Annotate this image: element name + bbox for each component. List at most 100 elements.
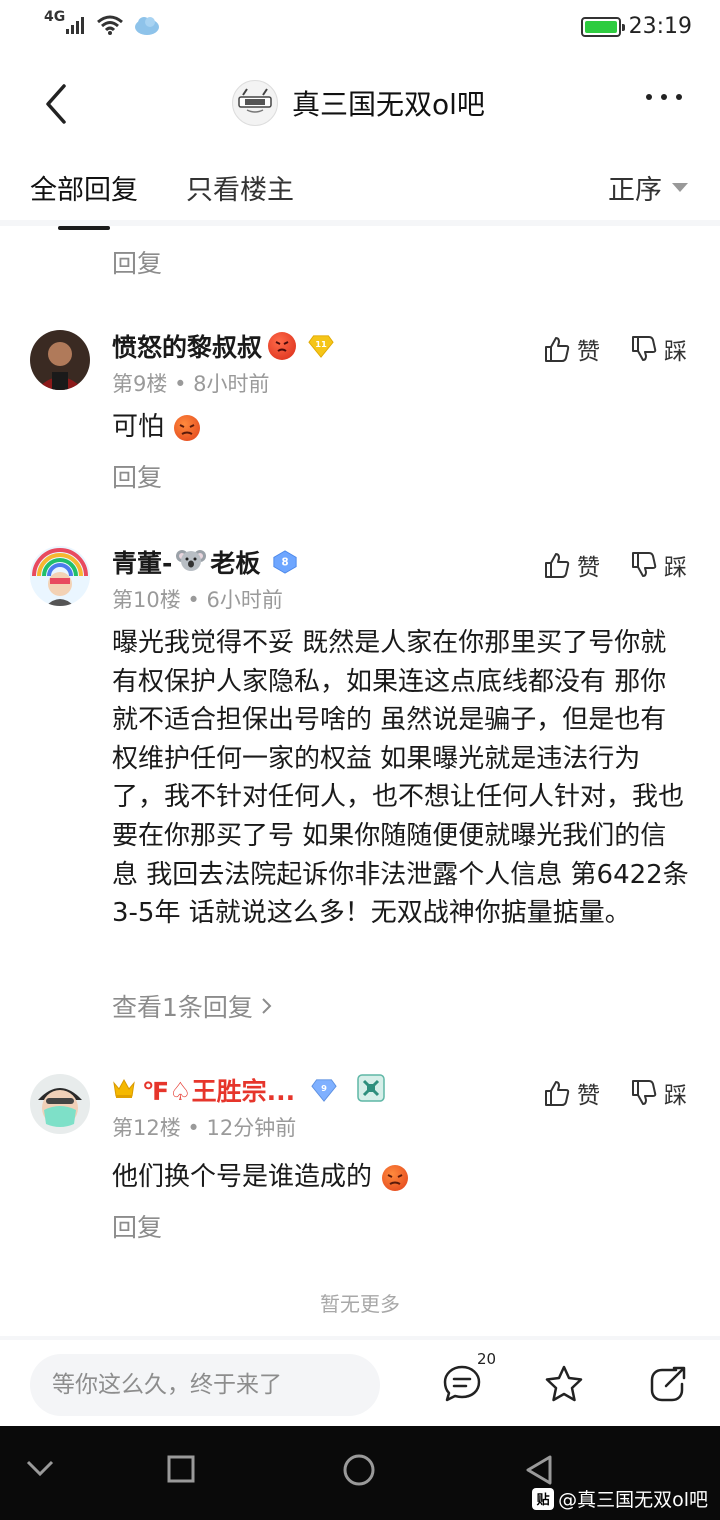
nav-recents-button[interactable] — [166, 1454, 196, 1488]
star-icon — [545, 1365, 583, 1402]
view-replies-button[interactable]: 查看1条回复 — [112, 988, 273, 1024]
floor-number: 第9楼 — [112, 372, 168, 396]
koala-icon — [176, 546, 207, 578]
like-label: 赞 — [577, 555, 600, 581]
dislike-button[interactable]: 踩 — [630, 332, 687, 366]
comment-count: 20 — [477, 1350, 497, 1368]
avatar-image — [30, 546, 90, 606]
top-header: 真三国无双ol吧 — [0, 62, 720, 148]
floor-number: 第10楼 — [112, 588, 181, 612]
comment-body: 可怕 — [112, 412, 165, 442]
watermark: 贴 @真三国无双ol吧 — [532, 1485, 708, 1512]
angry-face-icon — [174, 414, 201, 441]
dislike-label: 踩 — [664, 339, 687, 365]
like-button[interactable]: 赞 — [543, 548, 600, 582]
avatar-image — [30, 1074, 90, 1134]
avatar-image — [30, 330, 90, 390]
like-button[interactable]: 赞 — [543, 1076, 600, 1110]
forum-logo-image — [238, 88, 272, 113]
square-icon — [167, 1455, 195, 1483]
view-replies-label: 查看1条回复 — [112, 993, 253, 1022]
back-button[interactable] — [40, 82, 76, 126]
floor-number: 第12楼 — [112, 1116, 181, 1140]
avatar[interactable] — [30, 330, 90, 390]
angry-face-icon — [382, 1164, 409, 1191]
meta-separator: • — [187, 1116, 207, 1140]
comment-bubble-icon — [443, 1365, 481, 1402]
thumbs-down-icon — [632, 336, 657, 361]
watermark-text: @真三国无双ol吧 — [558, 1489, 708, 1511]
post-time: 6小时前 — [206, 588, 283, 612]
nav-home-button[interactable] — [342, 1453, 376, 1491]
thumbs-up-icon — [545, 1081, 570, 1106]
meta-separator: • — [187, 588, 207, 612]
username[interactable]: ℉♤王胜宗... — [142, 1072, 295, 1108]
reply-filter-tabs: 全部回复 只看楼主 正序 — [0, 148, 720, 230]
comment-meta: 第12楼 • 12分钟前 — [112, 1112, 296, 1142]
reply-button[interactable]: 回复 — [112, 458, 162, 494]
thumbs-up-icon — [545, 553, 570, 578]
avatar[interactable] — [30, 1074, 90, 1134]
reply-button[interactable]: 回复 — [112, 244, 162, 280]
forum-title-link[interactable]: 真三国无双ol吧 — [232, 80, 485, 126]
reply-input[interactable] — [30, 1354, 380, 1416]
circle-icon — [343, 1454, 375, 1486]
sort-order-label: 正序 — [608, 175, 662, 206]
triangle-back-icon — [526, 1455, 552, 1485]
like-label: 赞 — [577, 339, 600, 365]
thumbs-down-icon — [632, 552, 657, 577]
post-time: 12分钟前 — [206, 1116, 297, 1140]
tab-all-replies[interactable]: 全部回复 — [30, 168, 138, 230]
medal-icon — [357, 1074, 385, 1106]
comment-meta: 第9楼 • 8小时前 — [112, 368, 270, 398]
cloud-icon — [135, 17, 160, 35]
bottom-input-bar: 20 — [0, 1336, 720, 1426]
like-label: 赞 — [577, 1083, 600, 1109]
level-number: 8 — [282, 558, 289, 569]
dislike-button[interactable]: 踩 — [630, 548, 687, 582]
more-options-button[interactable] — [646, 94, 682, 100]
favorite-button[interactable] — [542, 1362, 586, 1406]
avatar[interactable] — [30, 546, 90, 606]
watermark-logo: 贴 — [532, 1487, 555, 1510]
system-nav-bar: 贴 @真三国无双ol吧 — [0, 1426, 720, 1520]
tab-owner-only[interactable]: 只看楼主 — [186, 168, 294, 207]
share-button[interactable] — [646, 1362, 690, 1406]
chevron-left-icon — [46, 84, 66, 124]
post-time: 8小时前 — [193, 372, 270, 396]
level-number: 9 — [321, 1083, 327, 1093]
thumbs-down-icon — [632, 1080, 657, 1105]
share-icon — [650, 1366, 686, 1402]
reply-button[interactable]: 回复 — [112, 1208, 162, 1244]
network-type: 4G — [44, 9, 66, 25]
chevron-right-icon — [262, 998, 272, 1014]
username-part[interactable]: 老板 — [210, 544, 260, 580]
username-part[interactable]: 青董- — [112, 544, 172, 580]
dislike-label: 踩 — [664, 555, 687, 581]
level-badge-icon: 9 — [311, 1077, 337, 1103]
status-bar: 4G 23:19 — [0, 0, 720, 62]
comment-body: 他们换个号是谁造成的 — [112, 1162, 373, 1192]
comment-text: 曝光我觉得不妥 既然是人家在你那里买了号你就有权保护人家隐私，如果连这点底线都没… — [112, 628, 689, 929]
caret-down-icon — [672, 183, 688, 192]
more-dot-icon — [646, 94, 652, 100]
angry-face-icon — [268, 332, 297, 360]
dislike-button[interactable]: 踩 — [630, 1076, 687, 1110]
forum-title: 真三国无双ol吧 — [292, 88, 485, 121]
comment-text: 可怕 — [112, 408, 692, 447]
meta-separator: • — [174, 372, 194, 396]
comment-meta: 第10楼 • 6小时前 — [112, 584, 283, 614]
crown-icon — [112, 1077, 136, 1103]
forum-logo — [232, 80, 278, 126]
level-badge-icon: 11 — [308, 333, 334, 359]
level-badge-icon: 8 — [272, 549, 298, 575]
more-dot-icon — [676, 94, 682, 100]
signal-icon — [66, 17, 85, 34]
chevron-down-icon — [26, 1460, 54, 1477]
nav-hide-button[interactable] — [24, 1456, 56, 1484]
username[interactable]: 愤怒的黎叔叔 — [112, 328, 262, 364]
comments-button[interactable] — [440, 1362, 484, 1406]
like-button[interactable]: 赞 — [543, 332, 600, 366]
sort-order-button[interactable]: 正序 — [608, 168, 688, 207]
comment-text: 他们换个号是谁造成的 — [112, 1158, 692, 1197]
